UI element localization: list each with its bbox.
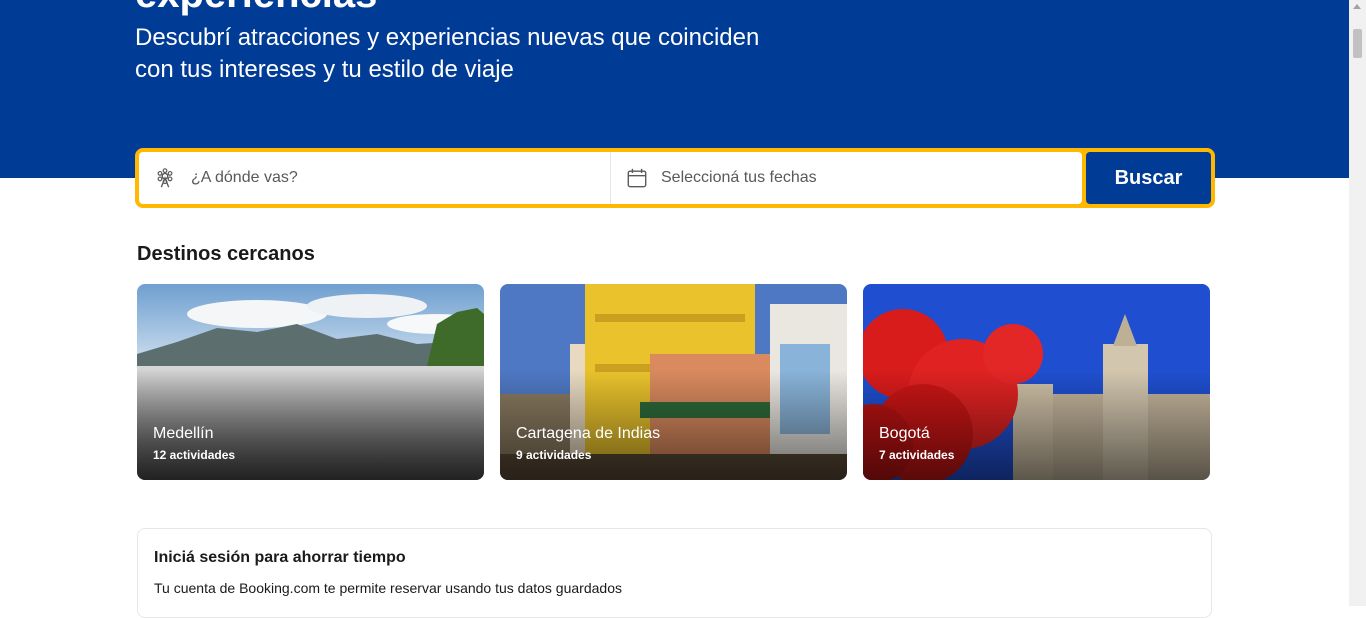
calendar-icon xyxy=(627,168,647,188)
card-name: Medellín xyxy=(153,425,214,442)
attraction-icon xyxy=(157,168,173,188)
scrollbar[interactable] xyxy=(1349,0,1366,606)
destination-field[interactable] xyxy=(139,152,610,204)
scroll-up-arrow-icon[interactable] xyxy=(1353,4,1361,9)
destination-input[interactable] xyxy=(189,168,610,188)
nearby-destinations-title: Destinos cercanos xyxy=(137,243,315,265)
card-count: 9 actividades xyxy=(516,448,592,462)
destination-card-cartagena[interactable]: Cartagena de Indias 9 actividades xyxy=(500,284,847,480)
destination-card-bogota[interactable]: Bogotá 7 actividades xyxy=(863,284,1210,480)
hero-title: experiencias xyxy=(135,0,377,14)
sign-in-title: Iniciá sesión para ahorrar tiempo xyxy=(154,549,406,566)
card-count: 7 actividades xyxy=(879,448,955,462)
destination-cards: Medellín 12 actividades Cartagena de Ind… xyxy=(137,284,1210,480)
sign-in-text: Tu cuenta de Booking.com te permite rese… xyxy=(154,580,622,596)
sign-in-banner: Iniciá sesión para ahorrar tiempo Tu cue… xyxy=(137,528,1212,618)
destination-card-medellin[interactable]: Medellín 12 actividades xyxy=(137,284,484,480)
hero-subtitle: Descubrí atracciones y experiencias nuev… xyxy=(135,22,775,86)
search-bar: Seleccioná tus fechas Buscar xyxy=(135,148,1215,208)
search-button[interactable]: Buscar xyxy=(1086,152,1211,204)
card-name: Bogotá xyxy=(879,425,930,442)
dates-field[interactable]: Seleccioná tus fechas xyxy=(610,152,1082,204)
card-name: Cartagena de Indias xyxy=(516,425,661,442)
card-count: 12 actividades xyxy=(153,448,236,462)
dates-label: Seleccioná tus fechas xyxy=(661,169,817,186)
scrollbar-thumb[interactable] xyxy=(1353,29,1362,58)
hero-subtitle-line2: con tus intereses y tu estilo de viaje xyxy=(135,56,514,83)
hero-subtitle-line1: Descubrí atracciones y experiencias nuev… xyxy=(135,24,760,51)
